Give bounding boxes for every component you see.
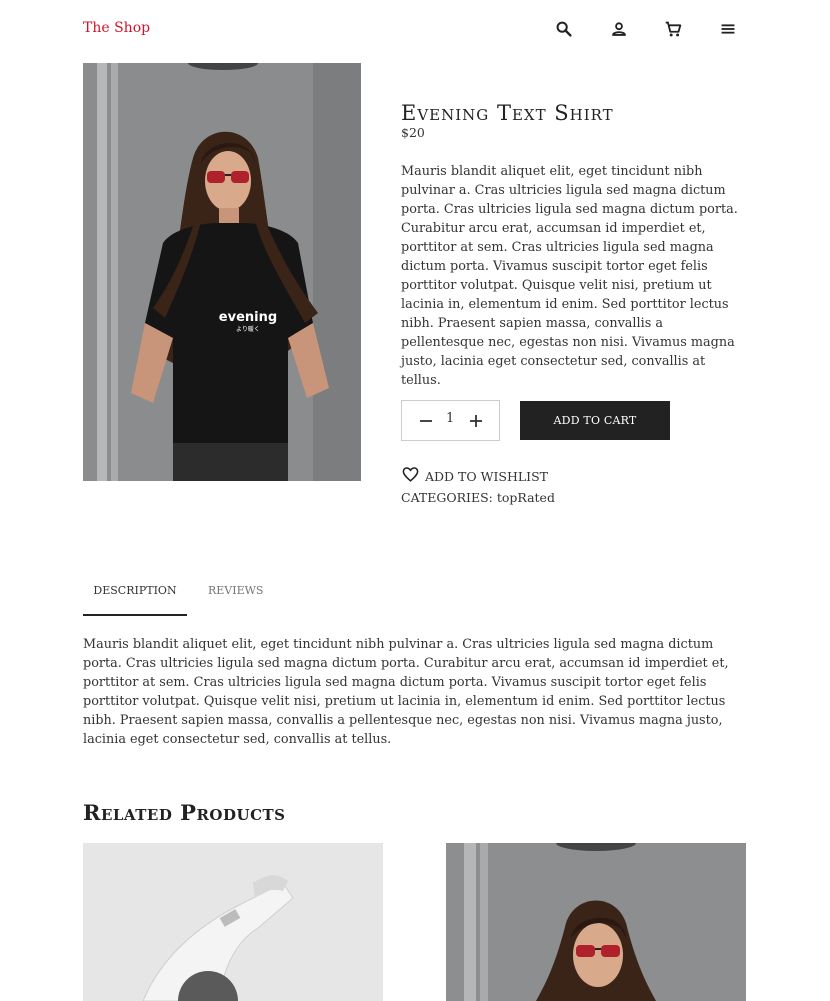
- add-to-cart-button[interactable]: ADD TO CART: [520, 401, 670, 440]
- menu-icon[interactable]: [717, 18, 739, 40]
- quantity-value[interactable]: 1: [446, 411, 454, 426]
- long-description: Mauris blandit aliquet elit, eget tincid…: [83, 637, 729, 747]
- product-categories[interactable]: CATEGORIES: topRated: [401, 490, 555, 505]
- tab-description[interactable]: DESCRIPTION: [83, 580, 187, 616]
- heart-icon: [401, 465, 425, 488]
- product-title: Evening Text Shirt: [401, 101, 614, 125]
- related-product-card[interactable]: [83, 843, 383, 1001]
- add-to-wishlist-link[interactable]: ADD TO WISHLIST: [401, 465, 548, 488]
- plus-icon[interactable]: [468, 413, 484, 429]
- product-short-description: Mauris blandit aliquet elit, eget tincid…: [401, 164, 738, 388]
- wishlist-label: ADD TO WISHLIST: [425, 469, 548, 484]
- product-price: $20: [401, 125, 425, 140]
- related-products-title: Related Products: [83, 800, 286, 825]
- user-icon[interactable]: [608, 18, 630, 40]
- shirt-print-subtext: より暖く: [236, 325, 260, 333]
- search-icon[interactable]: [553, 18, 575, 40]
- product-image[interactable]: evening より暖く: [83, 63, 361, 481]
- minus-icon[interactable]: [418, 413, 434, 429]
- related-product-image: [83, 843, 383, 1001]
- site-header: The Shop: [0, 0, 830, 60]
- tab-reviews[interactable]: REVIEWS: [208, 580, 263, 616]
- brand-logo[interactable]: The Shop: [83, 20, 150, 36]
- quantity-stepper: 1: [401, 400, 500, 441]
- shirt-print-text: evening: [219, 310, 277, 325]
- related-product-card[interactable]: [446, 843, 746, 1001]
- related-product-image: [446, 843, 746, 1001]
- cart-icon[interactable]: [662, 18, 684, 40]
